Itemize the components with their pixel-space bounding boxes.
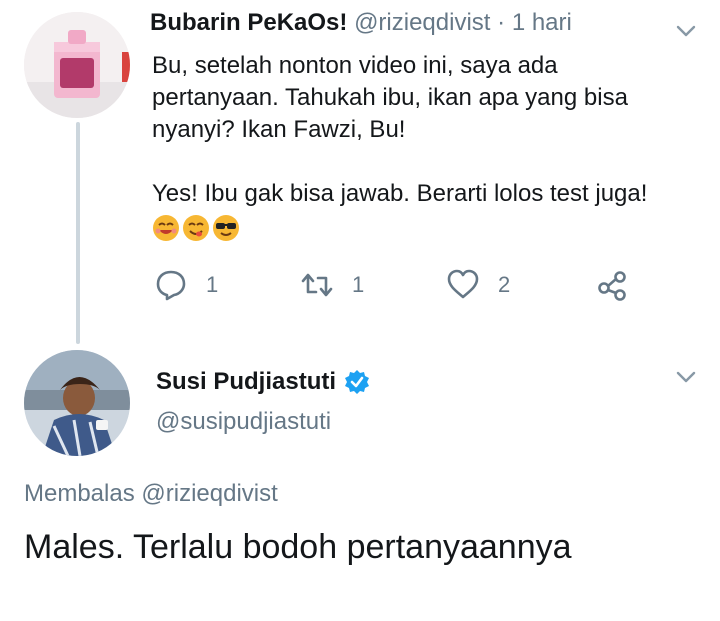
display-name[interactable]: Bubarin PeKaOs! xyxy=(150,9,347,36)
replying-to: Membalas @rizieqdivist xyxy=(24,480,278,508)
smiling-face-icon xyxy=(153,215,179,241)
share-action[interactable] xyxy=(596,268,630,302)
retweet-action[interactable]: 1 xyxy=(300,268,364,302)
sunglasses-face-icon xyxy=(213,215,239,241)
separator-dot: · xyxy=(497,9,506,36)
user-handle[interactable]: @rizieqdivist xyxy=(354,9,490,36)
heart-icon[interactable] xyxy=(446,268,480,302)
like-action[interactable]: 2 xyxy=(446,268,510,302)
chevron-down-icon[interactable] xyxy=(676,370,696,384)
display-name[interactable]: Susi Pudjiastuti xyxy=(156,368,336,396)
verified-badge-icon xyxy=(345,370,370,394)
tweet-text-line: Yes! Ibu gak bisa jawab. Berarti lolos t… xyxy=(152,180,648,207)
tweet-text: Bu, setelah nonton video ini, saya ada p… xyxy=(152,50,692,210)
tweet-text-line: Bu, setelah nonton video ini, saya ada xyxy=(152,52,558,79)
emoji-row xyxy=(152,214,240,246)
tweet-text-line: pertanyaan. Tahukah ibu, ikan apa yang b… xyxy=(152,84,628,111)
avatar-image xyxy=(24,350,130,456)
reply-action[interactable]: 1 xyxy=(154,268,218,302)
tweet-header: Bubarin PeKaOs! @rizieqdivist · 1 hari xyxy=(150,8,572,38)
tweet-author: Susi Pudjiastuti xyxy=(156,368,370,396)
share-icon[interactable] xyxy=(596,268,630,302)
retweet-count: 1 xyxy=(352,272,365,297)
savoring-face-icon xyxy=(183,215,209,241)
tweet-text: Males. Terlalu bodoh pertanyaannya xyxy=(24,528,572,566)
timestamp[interactable]: 1 hari xyxy=(512,9,572,36)
chevron-down-icon[interactable] xyxy=(676,24,696,38)
user-handle[interactable]: @susipudjiastuti xyxy=(156,408,331,436)
avatar-image xyxy=(24,12,130,118)
replying-to-handle[interactable]: @rizieqdivist xyxy=(141,480,277,507)
retweet-icon[interactable] xyxy=(300,268,334,302)
reply-count: 1 xyxy=(206,272,219,297)
tweet-text-line: nyanyi? Ikan Fawzi, Bu! xyxy=(152,116,406,143)
thread-connector-line xyxy=(76,122,80,344)
replying-prefix: Membalas xyxy=(24,480,135,507)
like-count: 2 xyxy=(498,272,511,297)
reply-icon[interactable] xyxy=(154,268,188,302)
avatar[interactable] xyxy=(24,12,130,118)
avatar[interactable] xyxy=(24,350,130,456)
